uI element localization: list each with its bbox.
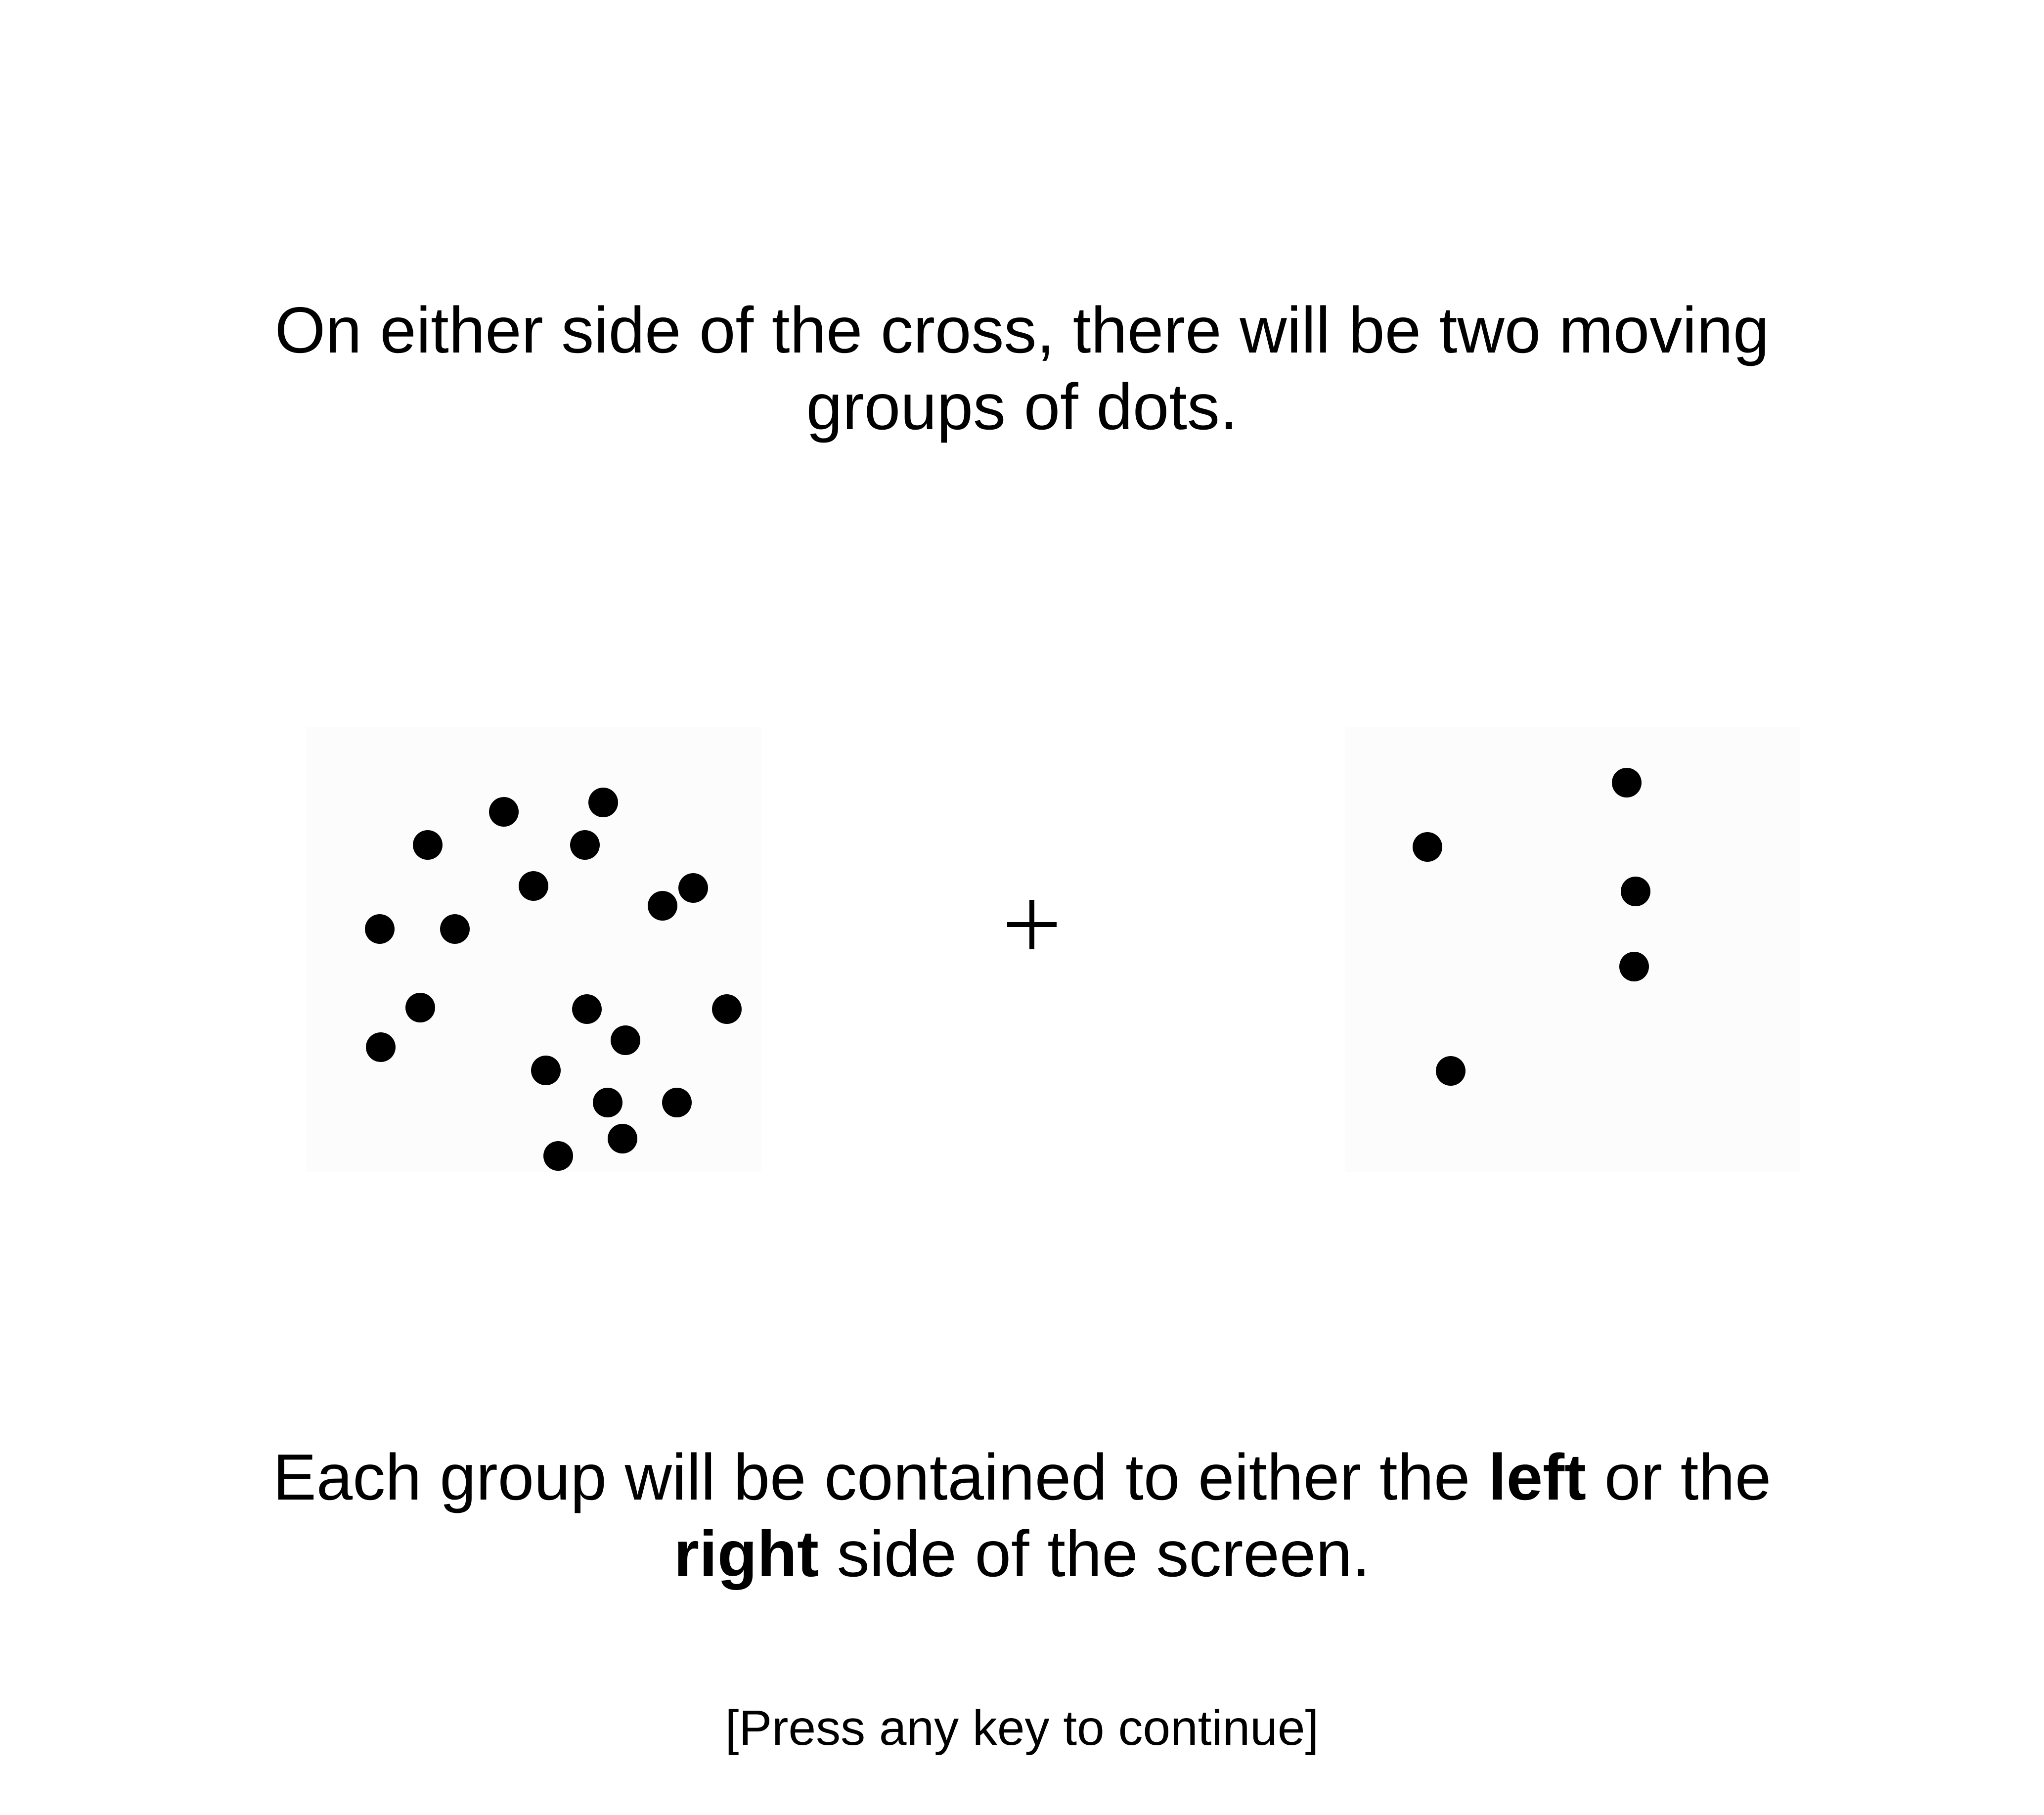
right-dot-group (1345, 727, 1800, 1172)
left-group-dot (519, 871, 548, 901)
left-dot-field (365, 788, 742, 1171)
left-group-dot (405, 993, 435, 1022)
left-group-dot (413, 830, 443, 860)
right-group-dot (1436, 1056, 1466, 1086)
left-group-dot (662, 1088, 692, 1117)
left-group-dot (678, 873, 708, 903)
left-group-dot (365, 914, 395, 944)
instruction-bottom: Each group will be contained to either t… (0, 1439, 2044, 1592)
right-dot-field (1413, 768, 1650, 1086)
continue-prompt: [Press any key to continue] (725, 1700, 1319, 1756)
left-group-dot (648, 891, 677, 921)
right-group-dot (1621, 877, 1650, 906)
fixation-cross (1007, 900, 1057, 949)
left-group-dot (588, 788, 618, 817)
right-group-dot (1612, 768, 1642, 797)
instruction-bottom-right-bold: right (673, 1517, 819, 1590)
left-group-dot (489, 797, 519, 827)
instruction-bottom-part2: or the (1586, 1441, 1772, 1513)
left-group-dot (440, 914, 470, 944)
left-group-dot (608, 1124, 637, 1153)
left-group-dot (712, 994, 742, 1024)
right-group-dot (1413, 832, 1442, 862)
instruction-bottom-left-bold: left (1488, 1441, 1587, 1513)
left-dot-group (307, 727, 761, 1172)
fixation-cross-vertical (1029, 900, 1034, 949)
left-group-dot (593, 1088, 622, 1117)
instruction-bottom-part3: side of the screen. (818, 1517, 1371, 1590)
instruction-top-line1: On either side of the cross, there will … (274, 294, 1770, 366)
instruction-top: On either side of the cross, there will … (0, 292, 2044, 445)
instruction-bottom-part1: Each group will be contained to either t… (272, 1441, 1489, 1513)
right-group-dot (1619, 952, 1649, 981)
left-group-dot (366, 1032, 396, 1062)
left-group-dot (543, 1141, 573, 1171)
left-group-dot (531, 1056, 561, 1085)
left-group-dot (570, 830, 600, 860)
left-group-dot (572, 994, 602, 1024)
left-group-dot (611, 1025, 640, 1055)
instruction-top-line2: groups of dots. (806, 370, 1238, 443)
